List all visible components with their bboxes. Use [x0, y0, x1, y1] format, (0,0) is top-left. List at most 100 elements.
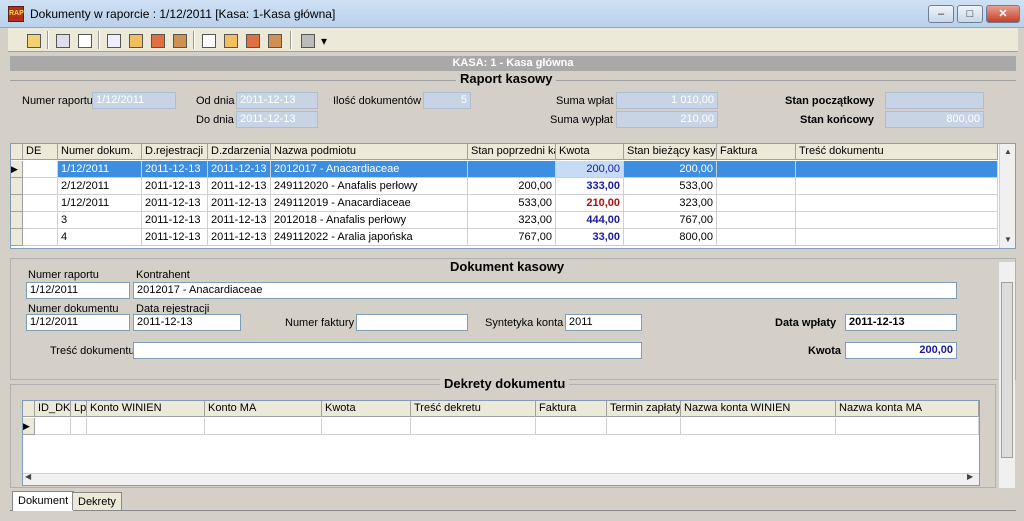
od-dnia-field[interactable]: 2011-12-13	[236, 92, 318, 109]
column-header[interactable]: D.rejestracji	[142, 144, 208, 160]
table-cell[interactable]: 533,00	[468, 195, 556, 212]
column-header[interactable]: Konto MA	[205, 401, 322, 417]
table-cell[interactable]	[468, 161, 556, 178]
table-cell[interactable]	[796, 178, 998, 195]
table-cell[interactable]: 2011-12-13	[208, 229, 271, 246]
table-cell[interactable]: 249112022 - Aralia japońska	[271, 229, 468, 246]
numer-faktury-field[interactable]	[356, 314, 468, 331]
table-cell[interactable]	[411, 418, 536, 435]
scroll-left-icon[interactable]: ◀	[25, 472, 31, 481]
column-header[interactable]: Nazwa konta WINIEN	[681, 401, 836, 417]
table-cell[interactable]: 4	[58, 229, 142, 246]
scroll-thumb[interactable]	[1001, 282, 1013, 458]
bank-export-2-icon[interactable]	[170, 31, 190, 51]
column-header[interactable]: Stan bieżący kasy	[624, 144, 717, 160]
table-cell[interactable]	[205, 418, 322, 435]
table-cell[interactable]: 2012018 - Anafalis perłowy	[271, 212, 468, 229]
table-cell[interactable]: 2011-12-13	[142, 212, 208, 229]
table-cell[interactable]: 249112020 - Anafalis perłowy	[271, 178, 468, 195]
column-header[interactable]: Treść dekretu	[411, 401, 536, 417]
column-header[interactable]: Treść dokumentu	[796, 144, 998, 160]
column-header[interactable]: Kwota	[556, 144, 624, 160]
table-cell[interactable]	[23, 195, 58, 212]
numer-dokumentu-field[interactable]: 1/12/2011	[26, 314, 130, 331]
scroll-down-icon[interactable]: ▼	[1000, 232, 1015, 248]
table-cell[interactable]	[681, 418, 836, 435]
table-cell[interactable]	[23, 178, 58, 195]
bank-import-2-icon[interactable]	[221, 31, 241, 51]
column-header[interactable]: Nazwa konta MA	[836, 401, 979, 417]
form-scrollbar[interactable]	[998, 262, 1015, 488]
syntetyka-konta-field[interactable]: 2011	[565, 314, 642, 331]
table-cell[interactable]	[717, 229, 796, 246]
save-icon[interactable]	[53, 31, 73, 51]
table-cell[interactable]	[23, 212, 58, 229]
bank-export-3-icon[interactable]	[243, 31, 263, 51]
table-cell[interactable]	[536, 418, 607, 435]
column-header[interactable]: Stan poprzedni kasy	[468, 144, 556, 160]
suma-wplat-field[interactable]: 1 010,00	[616, 92, 718, 109]
table-cell[interactable]: 800,00	[624, 229, 717, 246]
do-dnia-field[interactable]: 2011-12-13	[236, 111, 318, 128]
table-cell[interactable]: 323,00	[624, 195, 717, 212]
table-cell[interactable]	[607, 418, 681, 435]
dekrety-hscrollbar[interactable]: ◀ ▶	[23, 472, 979, 485]
column-header[interactable]: D.zdarzenia	[208, 144, 271, 160]
column-header[interactable]: Lp	[71, 401, 87, 417]
table-cell[interactable]	[87, 418, 205, 435]
column-header[interactable]: Konto WINIEN	[87, 401, 205, 417]
close-button[interactable]: ✕	[986, 5, 1020, 23]
table-cell[interactable]: 333,00	[556, 178, 624, 195]
table-cell[interactable]	[717, 178, 796, 195]
table-cell[interactable]	[322, 418, 411, 435]
suma-wyplat-field[interactable]: 210,00	[616, 111, 718, 128]
numer-raportu-field[interactable]: 1/12/2011	[92, 92, 176, 109]
tab-dekrety[interactable]: Dekrety	[72, 492, 122, 510]
table-cell[interactable]: 767,00	[624, 212, 717, 229]
table-cell[interactable]: 200,00	[468, 178, 556, 195]
tab-dokument[interactable]: Dokument	[12, 491, 75, 511]
column-header[interactable]: Faktura	[717, 144, 796, 160]
table-cell[interactable]: 1/12/2011	[58, 161, 142, 178]
data-rejestracji-field[interactable]: 2011-12-13	[133, 314, 241, 331]
table-cell[interactable]	[796, 161, 998, 178]
kontrahent-field[interactable]: 2012017 - Anacardiaceae	[133, 282, 957, 299]
table-cell[interactable]	[23, 229, 58, 246]
table-cell[interactable]: 249112019 - Anacardiaceae	[271, 195, 468, 212]
table-cell[interactable]	[796, 229, 998, 246]
table-cell[interactable]: 210,00	[556, 195, 624, 212]
table-cell[interactable]: 33,00	[556, 229, 624, 246]
table-cell[interactable]	[717, 212, 796, 229]
maximize-button[interactable]: □	[957, 5, 983, 23]
table-cell[interactable]: 3	[58, 212, 142, 229]
bank-export-icon[interactable]	[148, 31, 168, 51]
scroll-up-icon[interactable]: ▲	[1000, 144, 1015, 160]
column-header[interactable]: Kwota	[322, 401, 411, 417]
table-cell[interactable]: 2011-12-13	[208, 195, 271, 212]
table-cell[interactable]	[796, 195, 998, 212]
kwota-field[interactable]: 200,00	[845, 342, 957, 359]
table-cell[interactable]	[717, 161, 796, 178]
bank-import-icon[interactable]	[126, 31, 146, 51]
table-cell[interactable]: 767,00	[468, 229, 556, 246]
stan-poczatkowy-field[interactable]	[885, 92, 984, 109]
stan-koncowy-field[interactable]: 800,00	[885, 111, 984, 128]
minimize-button[interactable]: –	[928, 5, 954, 23]
table-cell[interactable]: 323,00	[468, 212, 556, 229]
print-dropdown-icon[interactable]: ▾	[318, 31, 330, 51]
ilosc-dokumentow-field[interactable]: 5	[423, 92, 471, 109]
table-cell[interactable]	[836, 418, 979, 435]
column-header[interactable]: Faktura	[536, 401, 607, 417]
table-cell[interactable]: 444,00	[556, 212, 624, 229]
table-cell[interactable]: 2012017 - Anacardiaceae	[271, 161, 468, 178]
table-cell[interactable]: 2011-12-13	[208, 161, 271, 178]
tresc-dokumentu-field[interactable]	[133, 342, 642, 359]
table-cell[interactable]: 1/12/2011	[58, 195, 142, 212]
table-cell[interactable]: 2/12/2011	[58, 178, 142, 195]
table-cell[interactable]: 2011-12-13	[142, 195, 208, 212]
table-cell[interactable]	[717, 195, 796, 212]
table-cell[interactable]	[23, 161, 58, 178]
table-cell[interactable]: 2011-12-13	[142, 229, 208, 246]
column-header[interactable]: Nazwa podmiotu	[271, 144, 468, 160]
table-cell[interactable]: 533,00	[624, 178, 717, 195]
